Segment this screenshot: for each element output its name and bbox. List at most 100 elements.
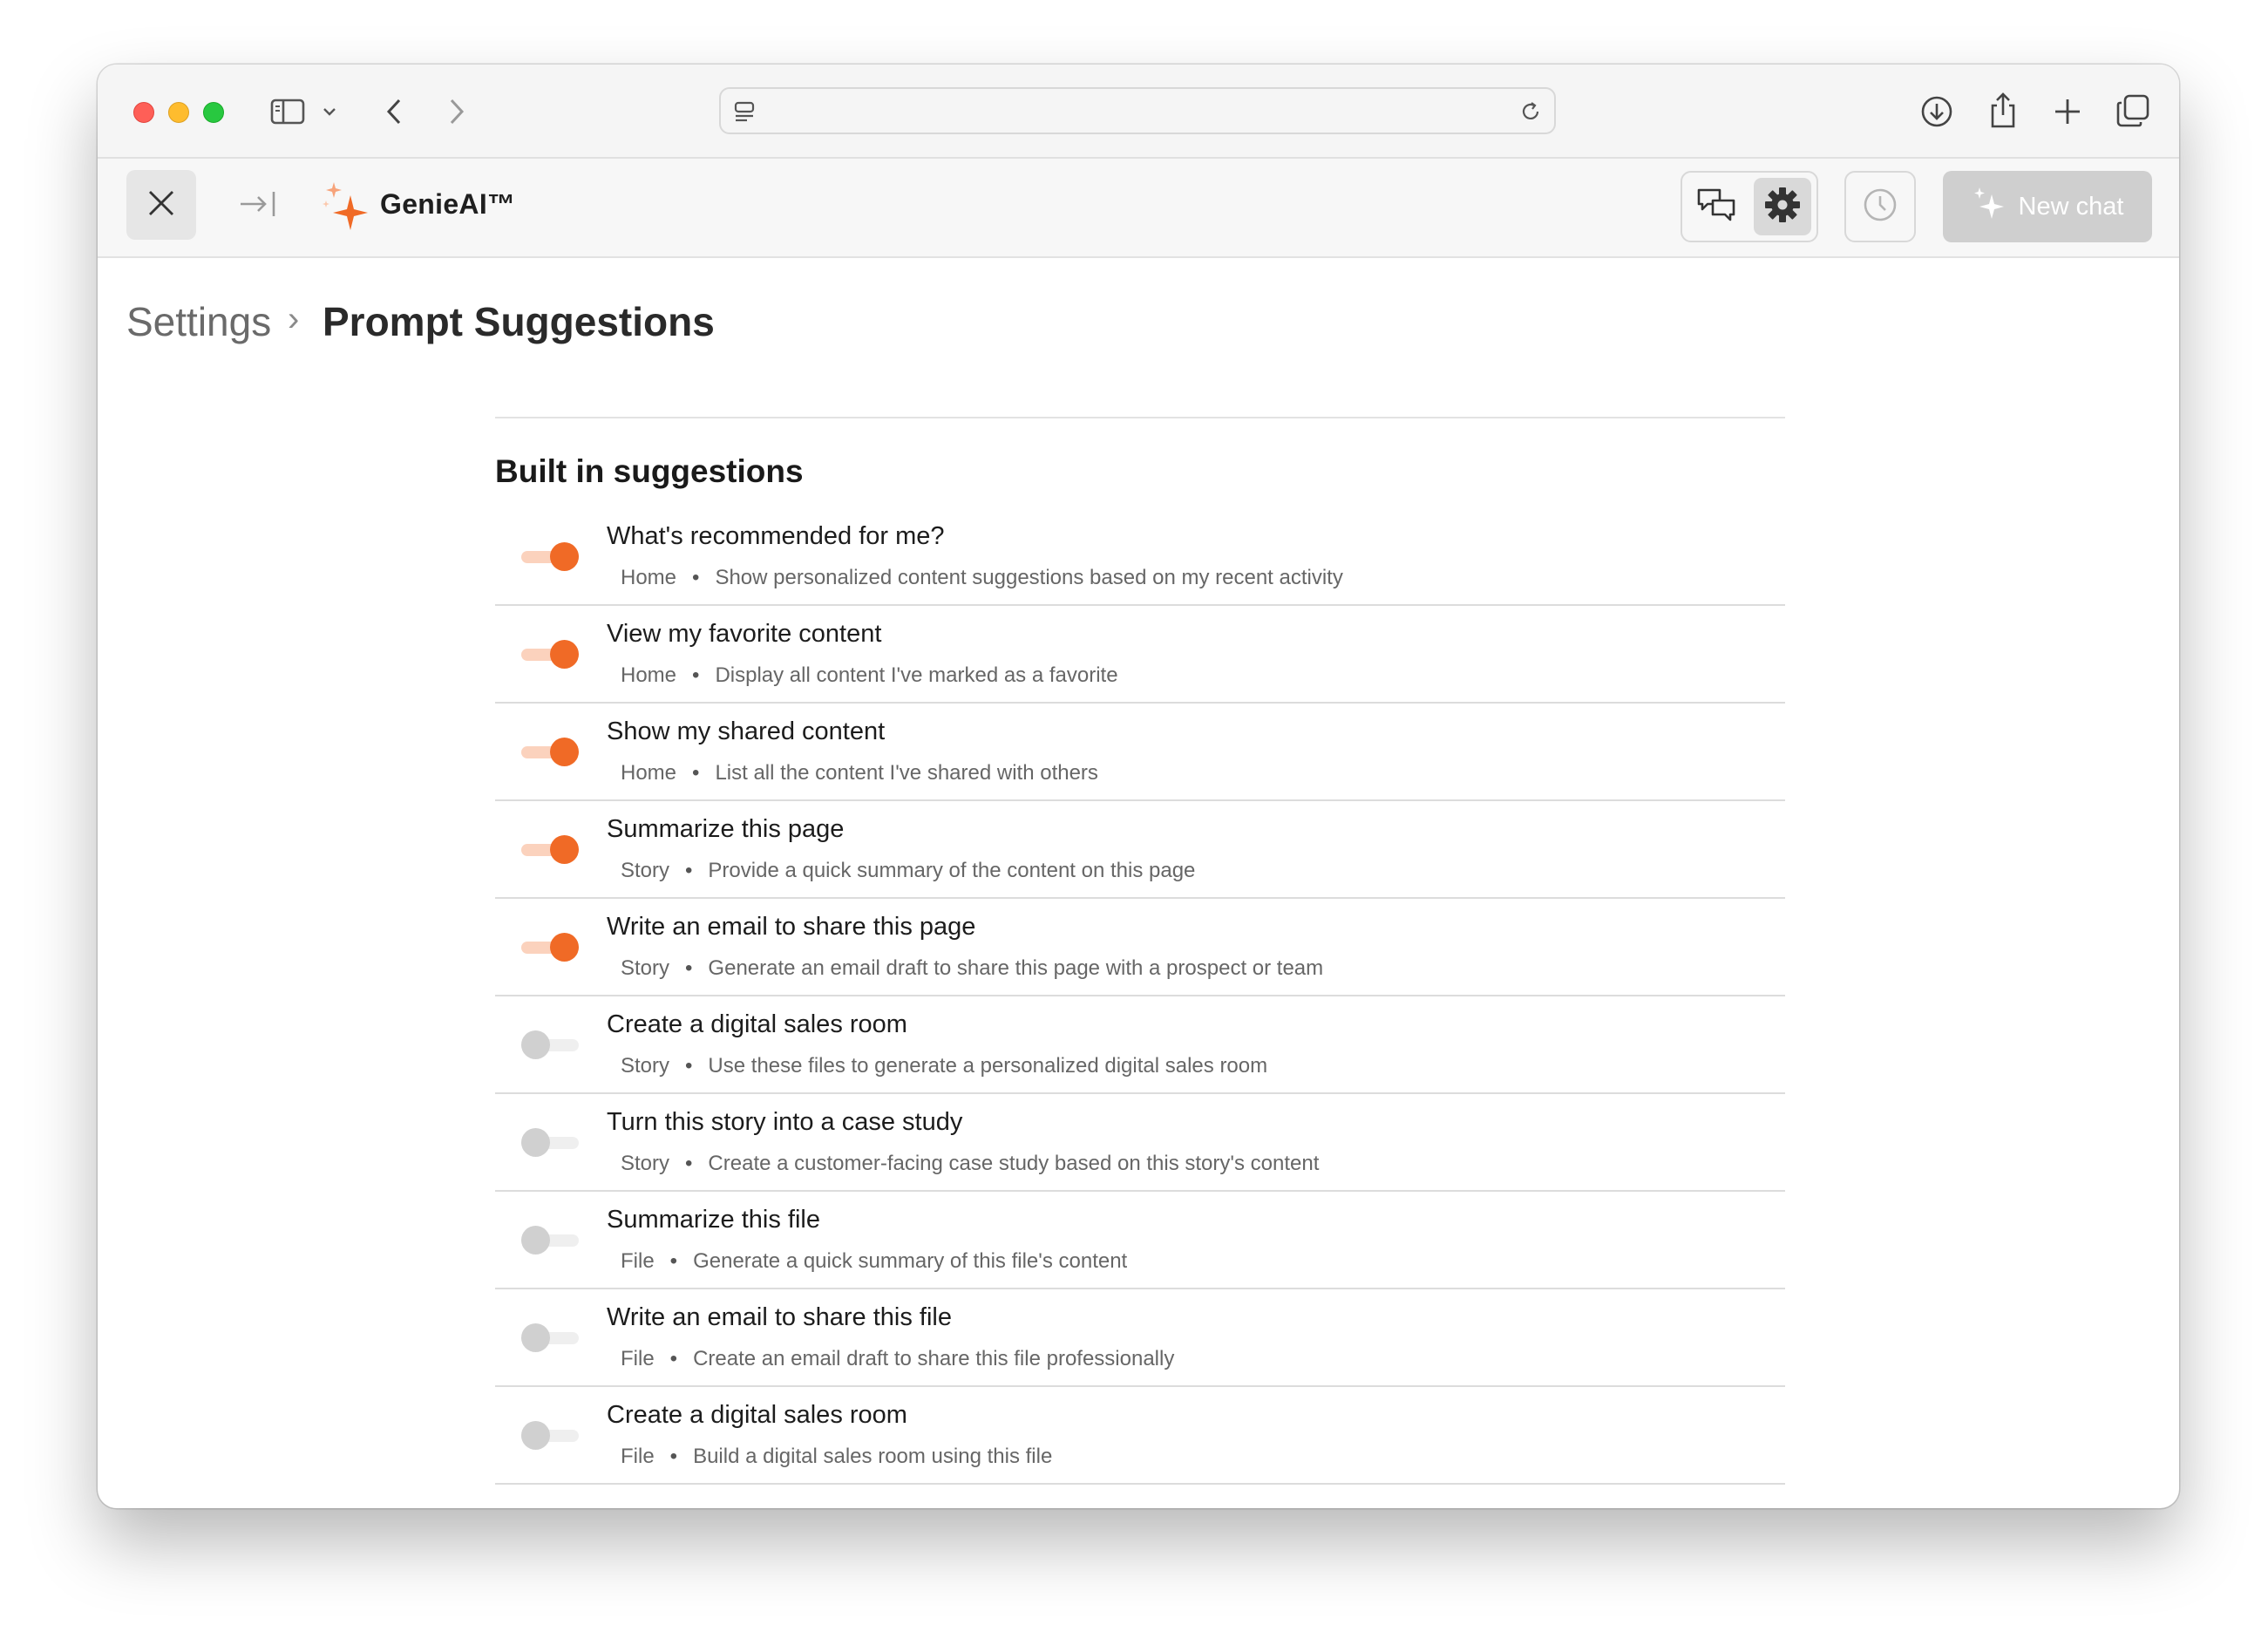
- suggestion-toggle[interactable]: [521, 541, 581, 573]
- breadcrumb-settings-link[interactable]: Settings: [126, 298, 271, 345]
- suggestion-description: Provide a quick summary of the content o…: [708, 859, 1196, 882]
- suggestion-meta: Story • Provide a quick summary of the con…: [621, 859, 1195, 883]
- suggestion-toggle[interactable]: [521, 1225, 581, 1256]
- suggestion-description: Create a customer-facing case study base…: [708, 1152, 1320, 1175]
- suggestion-row: Write an email to share this file File • Cr…: [495, 1289, 1785, 1387]
- sidebar-toggle-icon[interactable]: [268, 94, 307, 129]
- bullet-separator: •: [685, 859, 693, 882]
- suggestion-title: Summarize this page: [607, 815, 845, 843]
- suggestion-toggle[interactable]: [521, 639, 581, 670]
- tab-overview-icon[interactable]: [2113, 91, 2153, 131]
- chat-bubbles-icon: [1696, 187, 1736, 228]
- suggestion-row: What's recommended for me? Home • Show pers…: [495, 508, 1785, 606]
- suggestion-row: Create a digital sales room File • Build a …: [495, 1387, 1785, 1485]
- new-chat-button[interactable]: New chat: [1943, 171, 2152, 242]
- section-title: Built in suggestions: [495, 453, 804, 489]
- suggestion-toggle[interactable]: [521, 1127, 581, 1159]
- chevron-down-icon[interactable]: [319, 99, 340, 124]
- suggestion-meta: Story • Generate an email draft to share t…: [621, 956, 1323, 981]
- suggestion-toggle[interactable]: [521, 737, 581, 768]
- suggestion-title: Write an email to share this page: [607, 913, 976, 941]
- bullet-separator: •: [685, 1152, 693, 1175]
- back-icon[interactable]: [378, 94, 410, 129]
- suggestion-description: Generate a quick summary of this file's …: [693, 1249, 1128, 1273]
- suggestion-title: Turn this story into a case study: [607, 1108, 963, 1136]
- bullet-separator: •: [685, 1054, 693, 1078]
- suggestion-row: Show my shared content Home • List all the …: [495, 704, 1785, 801]
- page-title: Prompt Suggestions: [323, 299, 715, 344]
- suggestion-row: Summarize this page Story • Provide a quick…: [495, 801, 1785, 899]
- zoom-window-button[interactable]: [203, 102, 224, 123]
- suggestion-toggle[interactable]: [521, 932, 581, 963]
- share-icon[interactable]: [1984, 89, 2022, 131]
- bullet-separator: •: [669, 1445, 678, 1468]
- browser-window: GenieAI™ New chat Settings › Prompt Sugg…: [98, 65, 2179, 1508]
- toggle-knob: [550, 542, 579, 571]
- suggestion-toggle[interactable]: [521, 834, 581, 866]
- history-button[interactable]: [1844, 171, 1916, 242]
- suggestion-description: Use these files to generate a personaliz…: [708, 1054, 1268, 1078]
- sparkle-icon: [1972, 186, 2007, 228]
- suggestion-meta: Story • Create a customer-facing case stud…: [621, 1152, 1319, 1176]
- arrow-to-right-icon: [239, 188, 277, 224]
- gear-icon: [1764, 187, 1801, 228]
- chats-button[interactable]: [1687, 178, 1745, 235]
- toggle-knob: [521, 1421, 550, 1450]
- minimize-window-button[interactable]: [168, 102, 189, 123]
- settings-button[interactable]: [1754, 178, 1811, 235]
- suggestion-description: Build a digital sales room using this fi…: [693, 1445, 1053, 1468]
- toggle-knob: [550, 835, 579, 864]
- bullet-separator: •: [692, 566, 700, 589]
- suggestion-title: View my favorite content: [607, 620, 882, 648]
- browser-toolbar: [98, 65, 2179, 159]
- toggle-knob: [550, 933, 579, 962]
- address-bar[interactable]: [719, 87, 1556, 134]
- suggestion-row: Write an email to share this page Story • G…: [495, 899, 1785, 996]
- suggestion-category: Story: [621, 956, 670, 980]
- page-icon: [731, 99, 757, 125]
- close-window-button[interactable]: [133, 102, 154, 123]
- suggestion-title: Write an email to share this file: [607, 1303, 952, 1331]
- suggestion-meta: Home • List all the content I've shared wi…: [621, 761, 1098, 785]
- breadcrumb-separator: ›: [288, 300, 300, 338]
- sparkle-logo-icon: [321, 180, 371, 234]
- suggestion-category: File: [621, 1249, 655, 1273]
- suggestion-row: Turn this story into a case study Story • C…: [495, 1094, 1785, 1192]
- toggle-knob: [550, 640, 579, 669]
- bullet-separator: •: [669, 1347, 678, 1370]
- suggestion-row: Summarize this file File • Generate a quick…: [495, 1192, 1785, 1289]
- divider: [495, 417, 1785, 418]
- app-header: GenieAI™ New chat: [98, 159, 2179, 258]
- suggestion-row: Create a digital sales room Story • Use the…: [495, 996, 1785, 1094]
- toggle-knob: [521, 1030, 550, 1059]
- suggestion-meta: Home • Show personalized content suggestio…: [621, 566, 1343, 590]
- suggestion-description: Show personalized content suggestions ba…: [715, 566, 1343, 589]
- toggle-knob: [521, 1323, 550, 1352]
- suggestion-category: Story: [621, 859, 670, 882]
- suggestion-description: Generate an email draft to share this pa…: [708, 956, 1324, 980]
- suggestion-title: Create a digital sales room: [607, 1401, 907, 1429]
- toggle-knob: [521, 1128, 550, 1157]
- collapse-panel-button[interactable]: [237, 185, 279, 227]
- suggestion-category: File: [621, 1347, 655, 1370]
- toggle-knob: [521, 1226, 550, 1255]
- close-panel-button[interactable]: [126, 170, 196, 240]
- reload-icon[interactable]: [1518, 99, 1544, 125]
- new-tab-icon[interactable]: [2048, 92, 2087, 131]
- suggestion-description: List all the content I've shared with ot…: [715, 761, 1098, 785]
- forward-icon[interactable]: [441, 94, 472, 129]
- bullet-separator: •: [685, 956, 693, 980]
- suggestion-toggle[interactable]: [521, 1420, 581, 1452]
- suggestion-toggle[interactable]: [521, 1323, 581, 1354]
- bullet-separator: •: [669, 1249, 678, 1273]
- suggestions-panel: Built in suggestions What's recommended …: [495, 417, 1785, 1485]
- suggestion-toggle[interactable]: [521, 1030, 581, 1061]
- suggestion-category: Home: [621, 566, 677, 589]
- bullet-separator: •: [692, 663, 700, 687]
- suggestion-title: Create a digital sales room: [607, 1010, 907, 1038]
- view-switcher: [1681, 171, 1818, 242]
- suggestion-title: What's recommended for me?: [607, 522, 945, 550]
- suggestion-description: Create an email draft to share this file…: [693, 1347, 1175, 1370]
- suggestion-category: Story: [621, 1054, 670, 1078]
- download-icon[interactable]: [1918, 92, 1956, 131]
